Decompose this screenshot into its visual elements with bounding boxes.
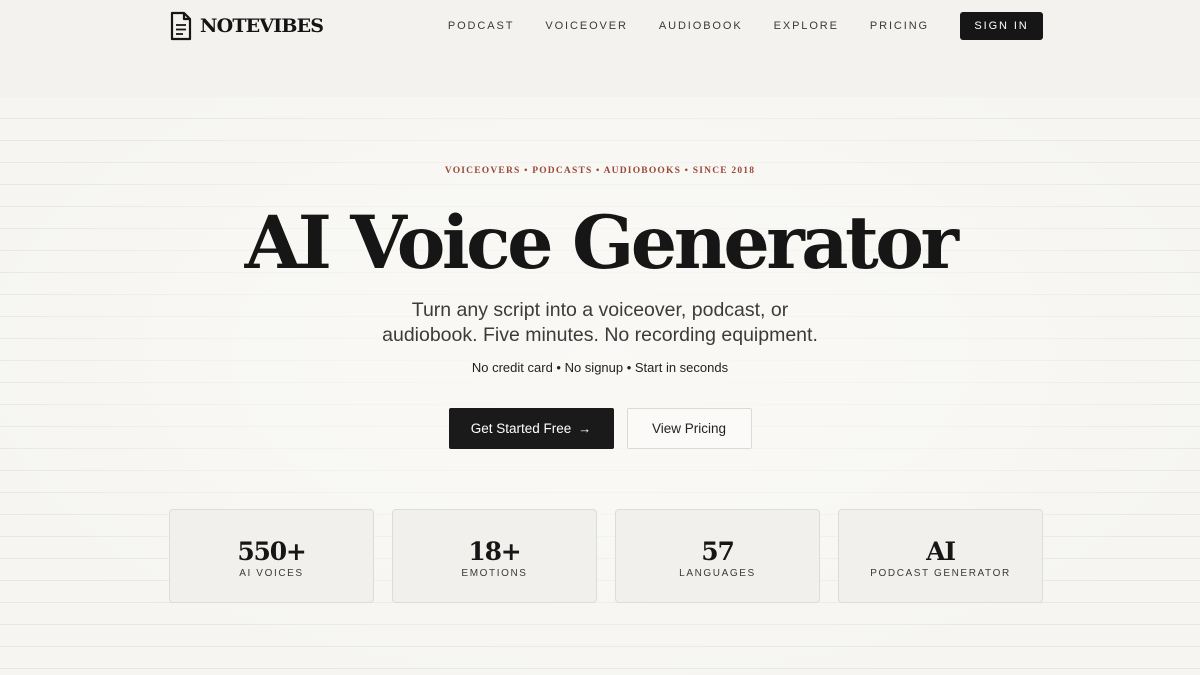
page-title: AI Voice Generator — [244, 200, 959, 286]
stat-label: AI VOICES — [239, 567, 304, 579]
nav-podcast[interactable]: PODCAST — [448, 20, 514, 32]
stat-value: 18+ — [468, 536, 521, 566]
brand-logo[interactable]: NOTEVIBES — [170, 11, 324, 41]
sign-in-button[interactable]: SIGN IN — [960, 12, 1043, 40]
stat-card-languages: 57 LANGUAGES — [615, 509, 820, 603]
stats-row: 550+ AI VOICES 18+ EMOTIONS 57 LANGUAGES… — [169, 509, 1043, 603]
stat-label: LANGUAGES — [679, 567, 756, 579]
hero-subtitle: Turn any script into a voiceover, podcas… — [350, 298, 850, 348]
get-started-button[interactable]: Get Started Free → — [448, 408, 614, 449]
site-header: NOTEVIBES PODCAST VOICEOVER AUDIOBOOK EX… — [170, 11, 1043, 41]
arrow-right-icon: → — [578, 421, 592, 436]
hero-kicker: VOICEOVERS • PODCASTS • AUDIOBOOKS • SIN… — [444, 166, 756, 176]
stat-label: EMOTIONS — [461, 567, 528, 579]
stat-card-podcast: AI PODCAST GENERATOR — [838, 509, 1043, 603]
main-nav: PODCAST VOICEOVER AUDIOBOOK EXPLORE PRIC… — [448, 12, 1043, 40]
brand-name: NOTEVIBES — [200, 15, 324, 37]
stat-label: PODCAST GENERATOR — [870, 567, 1011, 579]
hero-subtitle-line-1: Turn any script into a voiceover, podcas… — [411, 299, 789, 321]
nav-pricing[interactable]: PRICING — [870, 20, 929, 32]
nav-voiceover[interactable]: VOICEOVER — [545, 20, 628, 32]
stat-card-voices: 550+ AI VOICES — [169, 509, 374, 603]
get-started-label: Get Started Free — [470, 421, 572, 436]
view-pricing-button[interactable]: View Pricing — [626, 408, 752, 449]
stat-value: 57 — [701, 536, 735, 566]
nav-explore[interactable]: EXPLORE — [774, 20, 839, 32]
cta-group: Get Started Free → View Pricing — [0, 408, 1200, 449]
document-icon — [170, 11, 192, 41]
stat-value: AI — [926, 536, 956, 566]
stat-card-emotions: 18+ EMOTIONS — [392, 509, 597, 603]
hero-note: No credit card • No signup • Start in se… — [471, 360, 729, 375]
nav-audiobook[interactable]: AUDIOBOOK — [659, 20, 743, 32]
stat-value: 550+ — [237, 536, 307, 566]
hero-subtitle-line-2: audiobook. Five minutes. No recording eq… — [382, 324, 818, 346]
